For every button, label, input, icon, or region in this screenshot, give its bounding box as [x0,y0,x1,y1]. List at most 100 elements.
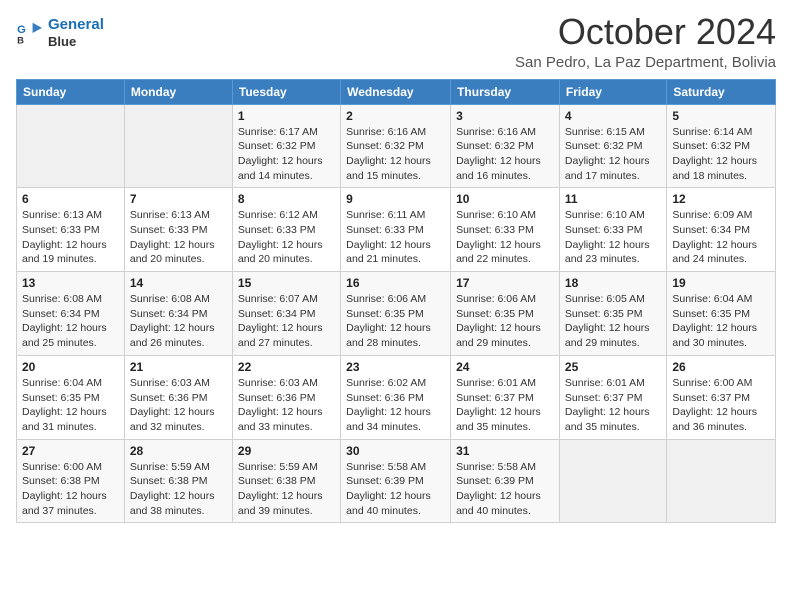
day-number: 31 [456,444,554,458]
sunset-text: Sunset: 6:35 PM [565,307,661,322]
sunset-text: Sunset: 6:39 PM [346,474,445,489]
week-row-5: 27 Sunrise: 6:00 AMSunset: 6:38 PMDayligh… [17,439,776,523]
calendar-header-row: SundayMondayTuesdayWednesdayThursdayFrid… [17,79,776,104]
day-number: 22 [238,360,335,374]
sunrise-text: Sunrise: 6:12 AM [238,208,335,223]
day-cell: 18 Sunrise: 6:05 AMSunset: 6:35 PMDayligh… [559,272,666,356]
day-number: 23 [346,360,445,374]
daylight-text: Daylight: 12 hours and 20 minutes. [238,238,335,267]
day-number: 21 [130,360,227,374]
sunset-text: Sunset: 6:33 PM [238,223,335,238]
sunset-text: Sunset: 6:37 PM [456,391,554,406]
day-info: Sunrise: 6:17 AMSunset: 6:32 PMDaylight:… [238,125,335,184]
day-info: Sunrise: 6:00 AMSunset: 6:38 PMDaylight:… [22,460,119,519]
day-info: Sunrise: 6:09 AMSunset: 6:34 PMDaylight:… [672,208,770,267]
sunrise-text: Sunrise: 6:02 AM [346,376,445,391]
day-number: 12 [672,192,770,206]
day-cell: 31Sunrise: 5:58 AMSunset: 6:39 PMDayligh… [451,439,560,523]
day-number: 25 [565,360,661,374]
logo: G B General Blue [16,16,104,50]
day-number: 19 [672,276,770,290]
sunset-text: Sunset: 6:33 PM [346,223,445,238]
day-cell: 7 Sunrise: 6:13 AMSunset: 6:33 PMDaylight… [124,188,232,272]
sunrise-text: Sunrise: 6:11 AM [346,208,445,223]
daylight-text: Daylight: 12 hours and 21 minutes. [346,238,445,267]
day-info: Sunrise: 6:16 AMSunset: 6:32 PMDaylight:… [456,125,554,184]
day-cell: 3Sunrise: 6:16 AMSunset: 6:32 PMDaylight… [451,104,560,188]
sunrise-text: Sunrise: 6:13 AM [22,208,119,223]
daylight-text: Daylight: 12 hours and 27 minutes. [238,321,335,350]
sunrise-text: Sunrise: 5:58 AM [456,460,554,475]
sunset-text: Sunset: 6:35 PM [22,391,119,406]
logo-text: General Blue [48,16,104,50]
col-header-saturday: Saturday [667,79,776,104]
sunset-text: Sunset: 6:39 PM [456,474,554,489]
daylight-text: Daylight: 12 hours and 16 minutes. [456,154,554,183]
sunset-text: Sunset: 6:38 PM [22,474,119,489]
day-cell [667,439,776,523]
day-info: Sunrise: 6:03 AMSunset: 6:36 PMDaylight:… [238,376,335,435]
day-cell: 10Sunrise: 6:10 AMSunset: 6:33 PMDayligh… [451,188,560,272]
day-info: Sunrise: 6:00 AMSunset: 6:37 PMDaylight:… [672,376,770,435]
day-info: Sunrise: 6:16 AMSunset: 6:32 PMDaylight:… [346,125,445,184]
sunrise-text: Sunrise: 6:05 AM [565,292,661,307]
col-header-sunday: Sunday [17,79,125,104]
sunset-text: Sunset: 6:32 PM [346,139,445,154]
day-cell: 13Sunrise: 6:08 AMSunset: 6:34 PMDayligh… [17,272,125,356]
daylight-text: Daylight: 12 hours and 23 minutes. [565,238,661,267]
sunset-text: Sunset: 6:34 PM [238,307,335,322]
day-info: Sunrise: 6:13 AMSunset: 6:33 PMDaylight:… [130,208,227,267]
day-info: Sunrise: 6:10 AMSunset: 6:33 PMDaylight:… [456,208,554,267]
calendar-table: SundayMondayTuesdayWednesdayThursdayFrid… [16,79,776,524]
sunset-text: Sunset: 6:35 PM [346,307,445,322]
day-info: Sunrise: 6:06 AMSunset: 6:35 PMDaylight:… [346,292,445,351]
sunset-text: Sunset: 6:33 PM [22,223,119,238]
day-cell: 23Sunrise: 6:02 AMSunset: 6:36 PMDayligh… [341,355,451,439]
day-cell: 12 Sunrise: 6:09 AMSunset: 6:34 PMDayligh… [667,188,776,272]
day-info: Sunrise: 6:03 AMSunset: 6:36 PMDaylight:… [130,376,227,435]
day-cell: 27 Sunrise: 6:00 AMSunset: 6:38 PMDayligh… [17,439,125,523]
daylight-text: Daylight: 12 hours and 36 minutes. [672,405,770,434]
sunrise-text: Sunrise: 6:01 AM [565,376,661,391]
sunrise-text: Sunrise: 6:08 AM [22,292,119,307]
sunrise-text: Sunrise: 6:08 AM [130,292,227,307]
day-info: Sunrise: 6:07 AMSunset: 6:34 PMDaylight:… [238,292,335,351]
svg-text:B: B [17,34,24,45]
week-row-3: 13Sunrise: 6:08 AMSunset: 6:34 PMDayligh… [17,272,776,356]
sunset-text: Sunset: 6:33 PM [130,223,227,238]
daylight-text: Daylight: 12 hours and 18 minutes. [672,154,770,183]
day-cell: 21 Sunrise: 6:03 AMSunset: 6:36 PMDayligh… [124,355,232,439]
daylight-text: Daylight: 12 hours and 17 minutes. [565,154,661,183]
daylight-text: Daylight: 12 hours and 39 minutes. [238,489,335,518]
sunrise-text: Sunrise: 5:59 AM [238,460,335,475]
day-cell: 25Sunrise: 6:01 AMSunset: 6:37 PMDayligh… [559,355,666,439]
day-cell: 28Sunrise: 5:59 AMSunset: 6:38 PMDayligh… [124,439,232,523]
sunrise-text: Sunrise: 6:16 AM [346,125,445,140]
day-number: 7 [130,192,227,206]
day-cell: 19 Sunrise: 6:04 AMSunset: 6:35 PMDayligh… [667,272,776,356]
title-block: October 2024 San Pedro, La Paz Departmen… [515,12,776,71]
day-cell: 30Sunrise: 5:58 AMSunset: 6:39 PMDayligh… [341,439,451,523]
day-number: 18 [565,276,661,290]
day-info: Sunrise: 6:04 AMSunset: 6:35 PMDaylight:… [672,292,770,351]
day-cell: 11Sunrise: 6:10 AMSunset: 6:33 PMDayligh… [559,188,666,272]
day-info: Sunrise: 6:12 AMSunset: 6:33 PMDaylight:… [238,208,335,267]
daylight-text: Daylight: 12 hours and 14 minutes. [238,154,335,183]
daylight-text: Daylight: 12 hours and 32 minutes. [130,405,227,434]
daylight-text: Daylight: 12 hours and 26 minutes. [130,321,227,350]
day-cell: 20Sunrise: 6:04 AMSunset: 6:35 PMDayligh… [17,355,125,439]
sunset-text: Sunset: 6:34 PM [672,223,770,238]
day-cell: 26Sunrise: 6:00 AMSunset: 6:37 PMDayligh… [667,355,776,439]
week-row-2: 6Sunrise: 6:13 AMSunset: 6:33 PMDaylight… [17,188,776,272]
sunset-text: Sunset: 6:37 PM [672,391,770,406]
day-cell: 17Sunrise: 6:06 AMSunset: 6:35 PMDayligh… [451,272,560,356]
daylight-text: Daylight: 12 hours and 34 minutes. [346,405,445,434]
day-number: 5 [672,109,770,123]
sunrise-text: Sunrise: 6:10 AM [456,208,554,223]
daylight-text: Daylight: 12 hours and 29 minutes. [565,321,661,350]
main-title: October 2024 [515,12,776,52]
sunset-text: Sunset: 6:35 PM [672,307,770,322]
day-cell: 15Sunrise: 6:07 AMSunset: 6:34 PMDayligh… [232,272,340,356]
sunset-text: Sunset: 6:36 PM [130,391,227,406]
day-number: 27 [22,444,119,458]
